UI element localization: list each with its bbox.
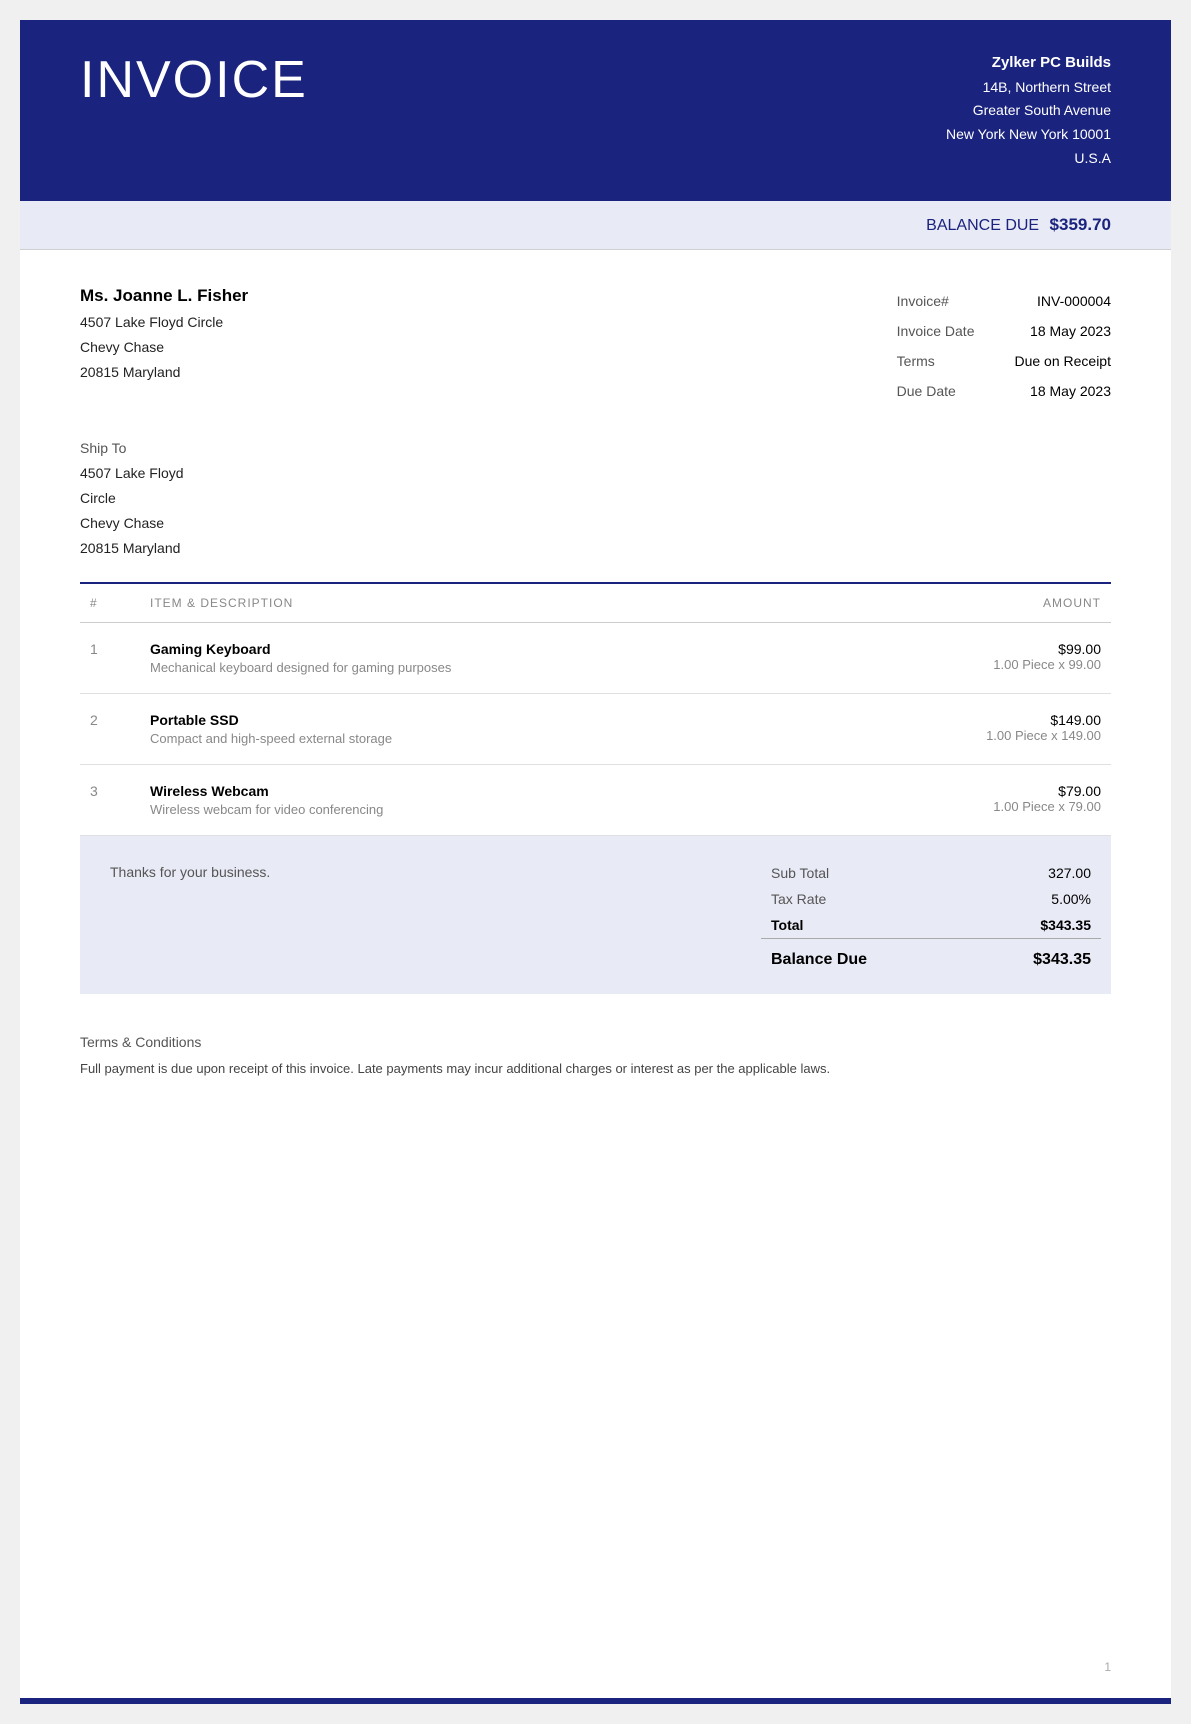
invoice-due-date-label: Due Date [897,376,1015,406]
ship-to-addr1: 4507 Lake Floyd [80,461,1111,486]
item-amount-detail: 1.00 Piece x 99.00 [769,657,1101,672]
subtotal-value: 327.00 [964,860,1101,886]
terms-section: Terms & Conditions Full payment is due u… [20,994,1171,1110]
col-num: # [80,583,140,623]
invoice-content: Ms. Joanne L. Fisher 4507 Lake Floyd Cir… [20,250,1171,994]
table-row: 1 Gaming Keyboard Mechanical keyboard de… [80,622,1111,693]
item-desc-col: Wireless Webcam Wireless webcam for vide… [140,764,759,835]
total-value: $343.35 [964,912,1101,939]
item-num: 1 [80,622,140,693]
item-description: Mechanical keyboard designed for gaming … [150,660,749,675]
item-desc-col: Portable SSD Compact and high-speed exte… [140,693,759,764]
item-num: 3 [80,764,140,835]
balance-due-amount: $359.70 [1050,215,1111,234]
bill-to-address: 4507 Lake Floyd Circle Chevy Chase 20815… [80,310,248,386]
invoice-title: INVOICE [80,50,308,110]
invoice-date-label: Invoice Date [897,316,1015,346]
ship-to-label: Ship To [80,436,1111,461]
company-info: Zylker PC Builds 14B, Northern Street Gr… [946,50,1111,171]
invoice-terms-label: Terms [897,346,1015,376]
company-address-1: 14B, Northern Street [946,76,1111,100]
balance-due-label: BALANCE DUE [926,217,1039,234]
bottom-border [20,1698,1171,1704]
item-amount-col: $149.00 1.00 Piece x 149.00 [759,693,1111,764]
invoice-num-label: Invoice# [897,286,1015,316]
item-name: Gaming Keyboard [150,641,749,657]
balance-due-bar: BALANCE DUE $359.70 [20,201,1171,250]
billing-section: Ms. Joanne L. Fisher 4507 Lake Floyd Cir… [80,286,1111,406]
company-name: Zylker PC Builds [946,50,1111,76]
page-number: 1 [1104,1660,1111,1674]
ship-to-addr3: Chevy Chase [80,511,1111,536]
col-item: ITEM & DESCRIPTION [140,583,759,623]
item-amount-detail: 1.00 Piece x 79.00 [769,799,1101,814]
item-amount: $79.00 [769,783,1101,799]
balance-label: Balance Due [761,938,964,974]
items-table: # ITEM & DESCRIPTION AMOUNT 1 Gaming Key… [80,582,1111,836]
company-address-4: U.S.A [946,147,1111,171]
bill-to-addr3: 20815 Maryland [80,360,248,385]
ship-to-addr2: Circle [80,486,1111,511]
footer-row: Thanks for your business. Sub Total 327.… [80,836,1111,994]
tax-label: Tax Rate [761,886,964,912]
item-amount: $149.00 [769,712,1101,728]
item-amount-detail: 1.00 Piece x 149.00 [769,728,1101,743]
invoice-meta: Invoice# INV-000004 Invoice Date 18 May … [897,286,1111,406]
totals-section: Sub Total 327.00 Tax Rate 5.00% Total $3… [761,860,1101,974]
item-amount-col: $79.00 1.00 Piece x 79.00 [759,764,1111,835]
company-address-2: Greater South Avenue [946,99,1111,123]
header: INVOICE Zylker PC Builds 14B, Northern S… [20,20,1171,201]
table-row: 3 Wireless Webcam Wireless webcam for vi… [80,764,1111,835]
item-description: Wireless webcam for video conferencing [150,802,749,817]
total-label: Total [761,912,964,939]
balance-value: $343.35 [964,938,1101,974]
ship-to-section: Ship To 4507 Lake Floyd Circle Chevy Cha… [80,436,1111,562]
table-row: 2 Portable SSD Compact and high-speed ex… [80,693,1111,764]
terms-title: Terms & Conditions [80,1034,1111,1050]
subtotal-label: Sub Total [761,860,964,886]
company-address-3: New York New York 10001 [946,123,1111,147]
item-name: Wireless Webcam [150,783,749,799]
invoice-terms-value: Due on Receipt [1014,346,1111,376]
item-amount-col: $99.00 1.00 Piece x 99.00 [759,622,1111,693]
item-description: Compact and high-speed external storage [150,731,749,746]
item-amount: $99.00 [769,641,1101,657]
invoice-date-value: 18 May 2023 [1014,316,1111,346]
col-amount: AMOUNT [759,583,1111,623]
item-num: 2 [80,693,140,764]
item-name: Portable SSD [150,712,749,728]
thanks-message: Thanks for your business. [100,860,761,880]
bill-to-section: Ms. Joanne L. Fisher 4507 Lake Floyd Cir… [80,286,248,406]
invoice-num-value: INV-000004 [1014,286,1111,316]
tax-value: 5.00% [964,886,1101,912]
terms-text: Full payment is due upon receipt of this… [80,1058,1111,1080]
invoice-page: INVOICE Zylker PC Builds 14B, Northern S… [20,20,1171,1704]
invoice-due-date-value: 18 May 2023 [1014,376,1111,406]
bill-to-name: Ms. Joanne L. Fisher [80,286,248,306]
bill-to-addr2: Chevy Chase [80,335,248,360]
item-desc-col: Gaming Keyboard Mechanical keyboard desi… [140,622,759,693]
ship-to-addr4: 20815 Maryland [80,536,1111,561]
bill-to-addr1: 4507 Lake Floyd Circle [80,310,248,335]
